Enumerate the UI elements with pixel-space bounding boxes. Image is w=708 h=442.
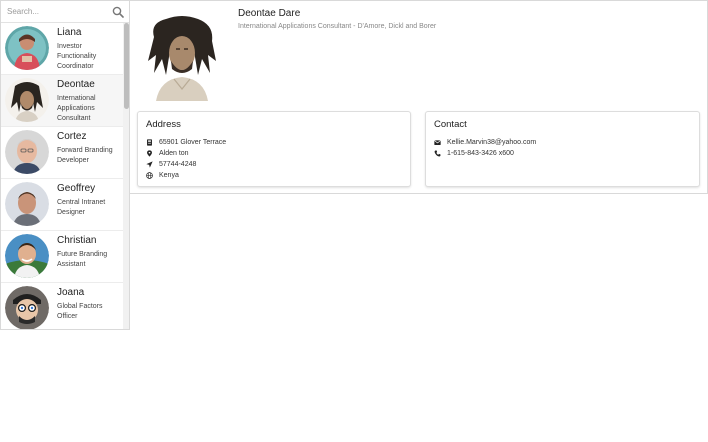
list-item-joana[interactable]: Joana Global Factors Officer bbox=[1, 283, 123, 329]
address-city: Alden ton bbox=[159, 149, 189, 157]
profile-subtitle: International Applications Consultant - … bbox=[238, 23, 437, 30]
contact-name: Deontae bbox=[57, 79, 95, 90]
search-bar bbox=[1, 1, 129, 23]
contact-name: Cortez bbox=[57, 131, 87, 142]
contact-email-row: Kellie.Marvin38@yahoo.com bbox=[434, 137, 536, 147]
avatar bbox=[5, 130, 49, 174]
contact-title-line: Investor bbox=[57, 43, 82, 50]
globe-icon bbox=[146, 171, 153, 179]
list-item-deontae[interactable]: Deontae International Applications Consu… bbox=[1, 75, 123, 127]
contact-title-line: Developer bbox=[57, 157, 89, 164]
app: Liana Investor Functionality Coordinator… bbox=[0, 0, 708, 442]
contact-email[interactable]: Kellie.Marvin38@yahoo.com bbox=[447, 139, 536, 146]
address-city-row: Alden ton bbox=[146, 148, 189, 158]
contact-sidebar: Liana Investor Functionality Coordinator… bbox=[0, 0, 130, 330]
contact-title-line: Central Intranet bbox=[57, 199, 106, 206]
avatar bbox=[5, 234, 49, 278]
address-zip: 57744-4248 bbox=[159, 160, 197, 168]
avatar bbox=[5, 26, 49, 70]
profile-name: Deontae Dare bbox=[238, 8, 301, 19]
contact-name: Christian bbox=[57, 235, 97, 246]
list-item-christian[interactable]: Christian Future Branding Assistant bbox=[1, 231, 123, 283]
phone-icon bbox=[434, 150, 441, 156]
contact-title-line: Designer bbox=[57, 209, 86, 216]
contact-phone-row: 1-615-843-3426 x600 bbox=[434, 148, 514, 158]
list-item-cortez[interactable]: Cortez Forward Branding Developer bbox=[1, 127, 123, 179]
contact-name: Geoffrey bbox=[57, 183, 96, 194]
contact-name: Joana bbox=[57, 287, 85, 298]
search-input[interactable] bbox=[1, 1, 129, 22]
contact-title-line: Officer bbox=[57, 313, 78, 320]
address-card: Address 65901 Glover Terrace Alden ton 5… bbox=[137, 111, 411, 187]
address-book-icon bbox=[147, 138, 152, 146]
address-street: 65901 Glover Terrace bbox=[159, 138, 227, 146]
contact-heading: Contact bbox=[434, 119, 467, 130]
contact-title-line: Coordinator bbox=[57, 63, 94, 70]
avatar bbox=[5, 182, 49, 226]
address-street-row: 65901 Glover Terrace bbox=[146, 137, 226, 147]
contact-title-line: International bbox=[57, 95, 96, 102]
contact-card: Contact Kellie.Marvin38@yahoo.com 1-615-… bbox=[425, 111, 700, 187]
address-heading: Address bbox=[146, 119, 181, 130]
profile-photo bbox=[140, 15, 224, 101]
contact-title-line: Consultant bbox=[57, 115, 91, 122]
list-item-liana[interactable]: Liana Investor Functionality Coordinator bbox=[1, 23, 123, 75]
address-country-row: Kenya bbox=[146, 170, 179, 180]
envelope-icon bbox=[434, 139, 441, 145]
contact-detail: Deontae Dare International Applications … bbox=[130, 0, 708, 194]
contact-list: Liana Investor Functionality Coordinator… bbox=[1, 23, 123, 329]
map-marker-icon bbox=[147, 149, 152, 157]
avatar bbox=[5, 78, 49, 122]
contact-title-line: Functionality bbox=[57, 53, 97, 60]
contact-phone[interactable]: 1-615-843-3426 x600 bbox=[447, 150, 514, 157]
contact-title-line: Assistant bbox=[57, 261, 86, 268]
contact-title-line: Applications bbox=[57, 105, 95, 112]
list-item-geoffrey[interactable]: Geoffrey Central Intranet Designer bbox=[1, 179, 123, 231]
search-icon[interactable] bbox=[112, 6, 124, 18]
scrollbar-thumb[interactable] bbox=[124, 23, 129, 109]
location-arrow-icon bbox=[146, 160, 153, 168]
contact-name: Liana bbox=[57, 27, 82, 38]
contact-title-line: Global Factors bbox=[57, 303, 103, 310]
avatar bbox=[5, 286, 49, 329]
address-country: Kenya bbox=[159, 171, 179, 179]
scrollbar[interactable] bbox=[123, 23, 129, 329]
contact-title-line: Forward Branding bbox=[57, 147, 113, 154]
contact-title-line: Future Branding bbox=[57, 251, 108, 258]
address-zip-row: 57744-4248 bbox=[146, 159, 196, 169]
